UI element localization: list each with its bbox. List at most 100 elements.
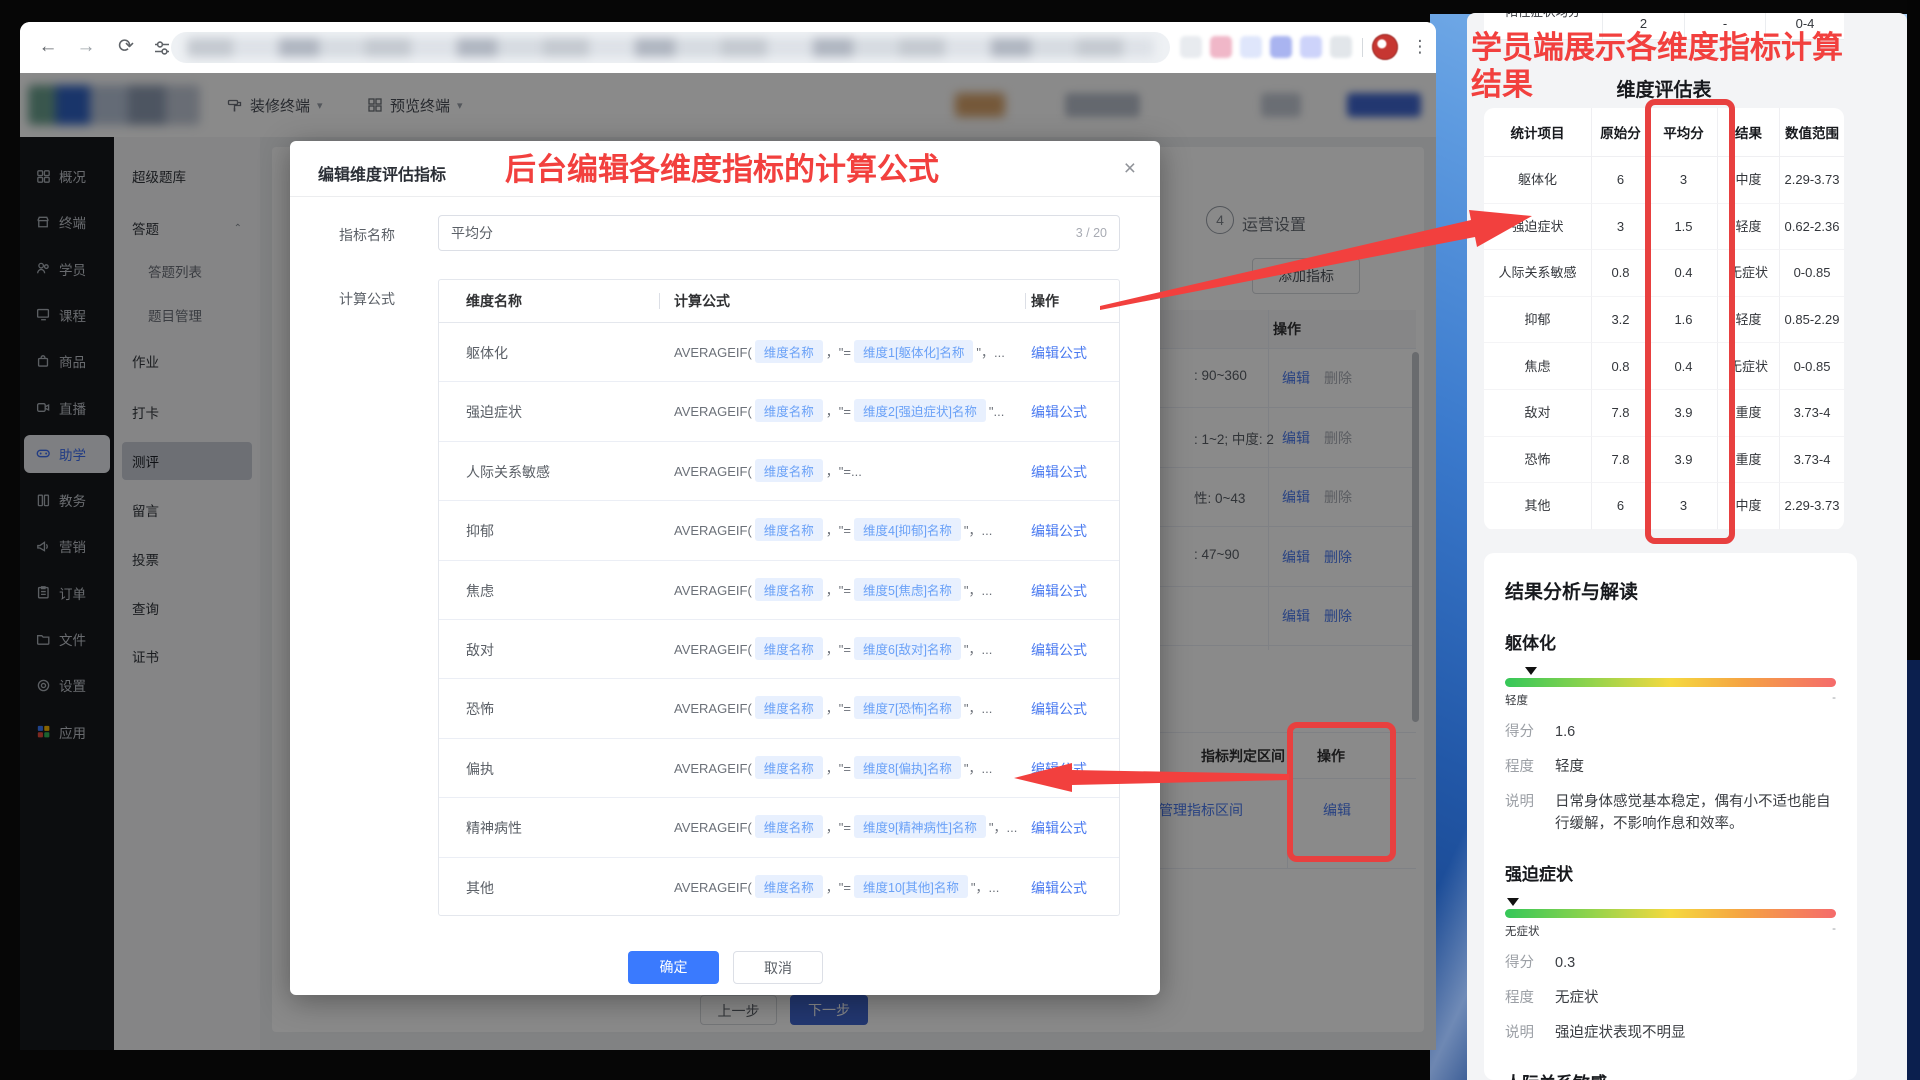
formula-expression: AVERAGEIF(维度名称，"=维度10[其他]名称"，... bbox=[674, 875, 1019, 898]
formula-expression: AVERAGEIF(维度名称，"=维度6[敌对]名称"，... bbox=[674, 637, 1019, 660]
toolbar-divider bbox=[1362, 38, 1363, 57]
dimension-name: 精神病性 bbox=[466, 818, 522, 838]
dimension-table-header: 数值范围 bbox=[1780, 108, 1844, 157]
dimension-name: 恐怖 bbox=[466, 699, 494, 719]
field-tag[interactable]: 维度名称 bbox=[755, 578, 823, 601]
dimension-row-value: 7.8 bbox=[1592, 390, 1650, 437]
extension-icon[interactable] bbox=[1270, 36, 1292, 58]
dimension-tag[interactable]: 维度2[强迫症状]名称 bbox=[854, 399, 986, 422]
formula-suffix: "，... bbox=[964, 523, 992, 538]
browser-toolbar: ← → ⟳ ⋮ bbox=[20, 22, 1436, 74]
edit-formula-link[interactable]: 编辑公式 bbox=[1031, 402, 1087, 422]
field-tag[interactable]: 维度名称 bbox=[755, 340, 823, 363]
fn-name: AVERAGEIF( bbox=[674, 701, 752, 716]
extension-icon[interactable] bbox=[1330, 36, 1352, 58]
dimension-row-value: 3.73-4 bbox=[1780, 437, 1844, 484]
dimension-tag[interactable]: 维度9[精神病性]名称 bbox=[854, 815, 986, 838]
field-tag[interactable]: 维度名称 bbox=[755, 399, 823, 422]
dimension-row-label: 恐怖 bbox=[1484, 437, 1592, 484]
field-tag[interactable]: 维度名称 bbox=[755, 815, 823, 838]
field-tag[interactable]: 维度名称 bbox=[755, 696, 823, 719]
severity-dash: - bbox=[1832, 923, 1836, 939]
edit-formula-link[interactable]: 编辑公式 bbox=[1031, 878, 1087, 898]
tune-icon[interactable] bbox=[152, 38, 172, 63]
dimension-tag[interactable]: 维度10[其他]名称 bbox=[854, 875, 968, 898]
extension-icon[interactable] bbox=[1240, 36, 1262, 58]
fn-name: AVERAGEIF( bbox=[674, 345, 752, 360]
dimension-row-label: 敌对 bbox=[1484, 390, 1592, 437]
dimension-tag[interactable]: 维度5[焦虑]名称 bbox=[854, 578, 961, 601]
dimension-tag[interactable]: 维度7[恐怖]名称 bbox=[854, 696, 961, 719]
operator: ，"= bbox=[826, 345, 851, 360]
screen-edge-navy bbox=[1907, 660, 1920, 1080]
field-tag[interactable]: 维度名称 bbox=[755, 518, 823, 541]
formula-expression: AVERAGEIF(维度名称，"=维度5[焦虑]名称"，... bbox=[674, 578, 1019, 601]
description-value: 日常身体感觉基本稳定，偶有小不适也能自行缓解，不影响作息和效率。 bbox=[1555, 791, 1836, 835]
refresh-icon[interactable]: ⟳ bbox=[112, 33, 140, 61]
formula-suffix: "，... bbox=[964, 761, 992, 776]
field-tag[interactable]: 维度名称 bbox=[755, 875, 823, 898]
formula-suffix: "，... bbox=[964, 642, 992, 657]
indicator-name-input[interactable]: 平均分 3 / 20 bbox=[438, 215, 1120, 251]
field-tag[interactable]: 维度名称 bbox=[755, 756, 823, 779]
extension-icon[interactable] bbox=[1300, 36, 1322, 58]
degree-label: 程度 bbox=[1505, 987, 1555, 1009]
operator: ，"= bbox=[826, 523, 851, 538]
formula-table-header: 维度名称 计算公式 操作 bbox=[439, 280, 1119, 323]
dimension-row-value: 2.29-3.73 bbox=[1780, 157, 1844, 204]
operator: ，"= bbox=[826, 583, 851, 598]
formula-suffix: "，... bbox=[971, 880, 999, 895]
dimension-tag[interactable]: 维度4[抑郁]名称 bbox=[854, 518, 961, 541]
degree-label: 程度 bbox=[1505, 756, 1555, 778]
operator: ，"=... bbox=[826, 464, 862, 479]
field-tag[interactable]: 维度名称 bbox=[755, 637, 823, 660]
formula-row: 其他AVERAGEIF(维度名称，"=维度10[其他]名称"，...编辑公式 bbox=[439, 858, 1119, 917]
formula-row: 强迫症状AVERAGEIF(维度名称，"=维度2[强迫症状]名称"...编辑公式 bbox=[439, 382, 1119, 441]
operator: ，"= bbox=[826, 880, 851, 895]
profile-avatar[interactable] bbox=[1372, 34, 1398, 60]
confirm-button[interactable]: 确定 bbox=[628, 951, 719, 984]
browser-menu-icon[interactable]: ⋮ bbox=[1406, 33, 1434, 61]
extension-icon[interactable] bbox=[1210, 36, 1232, 58]
close-icon[interactable]: × bbox=[1124, 157, 1136, 181]
annotation-panel-note-line2: 结果 bbox=[1471, 67, 1533, 103]
edit-formula-link[interactable]: 编辑公式 bbox=[1031, 462, 1087, 482]
forward-icon[interactable]: → bbox=[72, 33, 100, 61]
edit-formula-link[interactable]: 编辑公式 bbox=[1031, 521, 1087, 541]
dimension-tag[interactable]: 维度1[躯体化]名称 bbox=[854, 340, 973, 363]
annotation-panel-note-line1: 学员端展示各维度指标计算 bbox=[1471, 30, 1843, 66]
fn-name: AVERAGEIF( bbox=[674, 761, 752, 776]
fn-name: AVERAGEIF( bbox=[674, 464, 752, 479]
dimension-row-value: 3 bbox=[1592, 204, 1650, 251]
edit-formula-link[interactable]: 编辑公式 bbox=[1031, 759, 1087, 779]
field-tag[interactable]: 维度名称 bbox=[755, 459, 823, 482]
extension-icon[interactable] bbox=[1180, 36, 1202, 58]
edit-formula-link[interactable]: 编辑公式 bbox=[1031, 818, 1087, 838]
dimension-name: 敌对 bbox=[466, 640, 494, 660]
address-bar[interactable] bbox=[171, 32, 1170, 63]
fn-name: AVERAGEIF( bbox=[674, 404, 752, 419]
section-name: 躯体化 bbox=[1505, 629, 1836, 654]
operator: ，"= bbox=[826, 761, 851, 776]
back-icon[interactable]: ← bbox=[34, 33, 62, 61]
annotation-rect-avg-column bbox=[1645, 99, 1735, 544]
section-name: 强迫症状 bbox=[1505, 860, 1836, 885]
fn-name: AVERAGEIF( bbox=[674, 523, 752, 538]
modal-title: 编辑维度评估指标 bbox=[318, 161, 446, 185]
formula-suffix: "，... bbox=[976, 345, 1004, 360]
dimension-tag[interactable]: 维度8[偏执]名称 bbox=[854, 756, 961, 779]
indicator-name-value: 平均分 bbox=[451, 223, 1076, 243]
edit-formula-link[interactable]: 编辑公式 bbox=[1031, 343, 1087, 363]
severity-level: 无症状 bbox=[1505, 923, 1540, 939]
severity-marker-icon bbox=[1507, 898, 1519, 912]
dimension-tag[interactable]: 维度6[敌对]名称 bbox=[854, 637, 961, 660]
edit-formula-link[interactable]: 编辑公式 bbox=[1031, 699, 1087, 719]
edit-formula-link[interactable]: 编辑公式 bbox=[1031, 581, 1087, 601]
cancel-button[interactable]: 取消 bbox=[733, 951, 823, 984]
score-value: 0.3 bbox=[1555, 952, 1575, 974]
dimension-table-title: 维度评估表 bbox=[1484, 75, 1844, 102]
dimension-name: 抑郁 bbox=[466, 521, 494, 541]
formula-row: 人际关系敏感AVERAGEIF(维度名称，"=...编辑公式 bbox=[439, 442, 1119, 501]
severity-dash: - bbox=[1832, 692, 1836, 708]
edit-formula-link[interactable]: 编辑公式 bbox=[1031, 640, 1087, 660]
